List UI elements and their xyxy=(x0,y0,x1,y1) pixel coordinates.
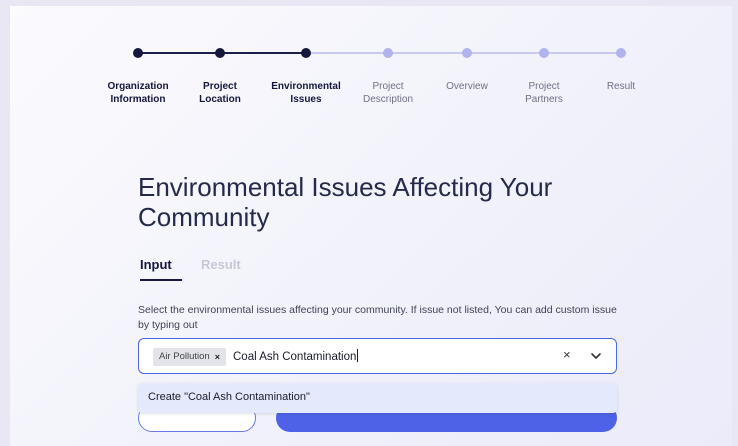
step-dot-project-description xyxy=(383,48,393,58)
issues-multiselect[interactable]: Air Pollution × Coal Ash Contamination × xyxy=(138,338,617,374)
step-dot-overview xyxy=(462,48,472,58)
chip-label: Air Pollution xyxy=(159,351,210,362)
issues-search-input[interactable]: Coal Ash Contamination xyxy=(233,349,359,363)
selected-issue-chip: Air Pollution × xyxy=(153,348,226,366)
step-dot-project-location xyxy=(215,48,225,58)
issues-dropdown-menu: Create "Coal Ash Contamination" xyxy=(138,383,617,413)
chevron-down-icon[interactable] xyxy=(589,349,603,363)
step-dot-environmental-issues xyxy=(301,48,311,58)
step-label-project-description: Project Description xyxy=(362,81,414,105)
page-title: Environmental Issues Affecting Your Comm… xyxy=(138,172,553,232)
step-label-organization-information[interactable]: Organization Information xyxy=(93,80,183,106)
issues-help-text: Select the environmental issues affectin… xyxy=(138,304,617,331)
text-caret xyxy=(357,349,359,362)
progress-stepper: Organization Information Project Locatio… xyxy=(10,6,732,126)
step-dot-organization-information xyxy=(133,48,143,58)
indicator-separator xyxy=(581,347,582,365)
chip-remove-icon[interactable]: × xyxy=(215,348,220,366)
create-option[interactable]: Create "Coal Ash Contamination" xyxy=(148,391,310,403)
tab-input[interactable]: Input xyxy=(140,257,172,272)
clear-icon[interactable]: × xyxy=(563,347,571,362)
tab-result[interactable]: Result xyxy=(201,257,241,272)
step-dot-result xyxy=(616,48,626,58)
step-dot-project-partners xyxy=(539,48,549,58)
step-label-project-location[interactable]: Project Location xyxy=(175,80,265,106)
step-label-result: Result xyxy=(606,81,636,92)
typed-text: Coal Ash Contamination xyxy=(233,351,357,363)
tab-input-underline xyxy=(140,279,182,281)
app-frame: Organization Information Project Locatio… xyxy=(10,6,732,446)
step-label-environmental-issues[interactable]: Environmental Issues xyxy=(261,80,351,106)
